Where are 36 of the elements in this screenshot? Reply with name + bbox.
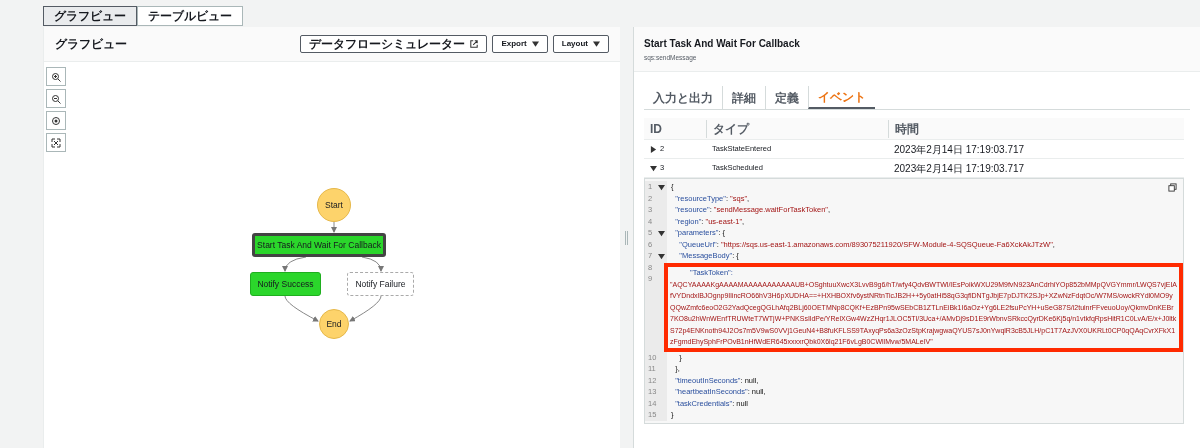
detail-tab[interactable]: 入力と出力 [644, 86, 722, 109]
detail-tab[interactable]: 定義 [765, 86, 808, 109]
fold-caret-icon[interactable] [658, 230, 665, 237]
resize-handle[interactable] [625, 230, 628, 245]
toolbar-button[interactable]: データフローシミュレーター [300, 35, 488, 53]
fold-caret-icon[interactable] [658, 184, 665, 191]
zoom-control[interactable] [46, 133, 66, 152]
center-icon [51, 115, 61, 126]
column-header: タイプ [706, 119, 888, 138]
panel-title: グラフビュー [55, 36, 128, 53]
copy-icon[interactable] [1168, 183, 1177, 192]
expand-caret-icon[interactable] [650, 145, 657, 153]
state-node[interactable]: Notify Failure [347, 272, 414, 296]
caret-icon [531, 41, 539, 47]
zoom-control[interactable] [46, 89, 66, 108]
zoom-control[interactable] [46, 111, 66, 130]
column-header: 時間 [888, 119, 925, 138]
fold-caret-icon[interactable] [658, 253, 665, 260]
view-tab[interactable]: テーブルビュー [137, 6, 243, 26]
panel-title: Start Task And Wait For Callback [644, 36, 801, 51]
state-node[interactable]: Notify Success [250, 272, 321, 296]
table-cell-text: 2023年2月14日 17:19:03.717 [893, 161, 1026, 176]
table-cell-text: 2023年2月14日 17:19:03.717 [893, 142, 1026, 157]
column-header: ID [649, 120, 663, 138]
caret-icon [593, 41, 600, 47]
toolbar-button[interactable]: Export [492, 35, 548, 53]
view-tab[interactable]: グラフビュー [43, 6, 137, 26]
toolbar-button[interactable]: Layout [552, 35, 609, 53]
state-node[interactable]: Start Task And Wait For Callback [252, 233, 386, 257]
external-link-icon [470, 40, 479, 48]
expand-caret-icon[interactable] [650, 164, 657, 172]
zoom-control[interactable] [46, 67, 66, 86]
detail-tab[interactable]: 詳細 [722, 86, 765, 109]
fit-screen-icon [51, 137, 61, 148]
zoom-in-icon [51, 71, 61, 82]
zoom-out-icon [51, 93, 61, 104]
